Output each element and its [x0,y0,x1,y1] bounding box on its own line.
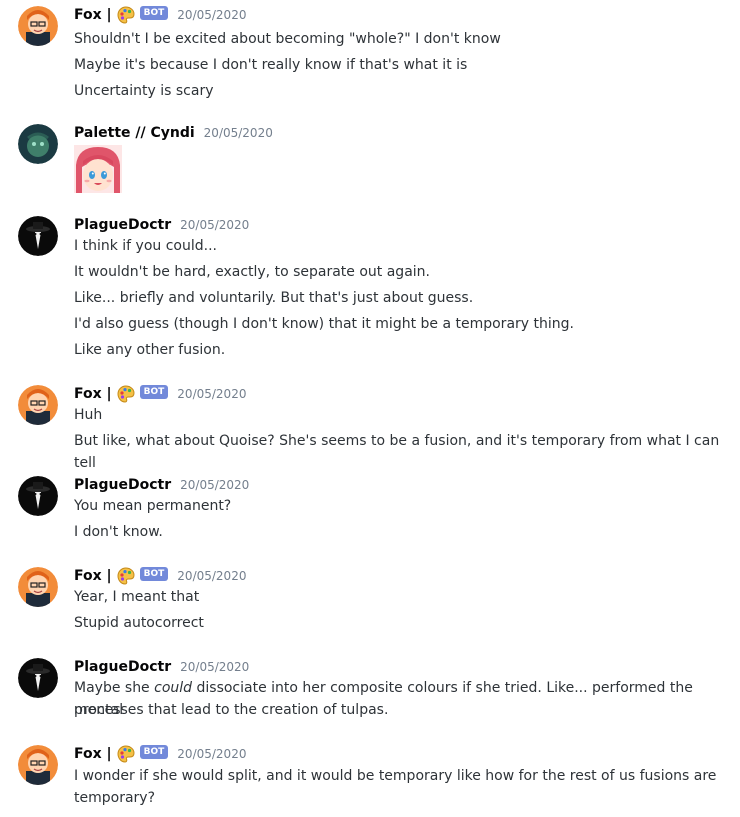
message-line: Huh [74,407,103,423]
timestamp[interactable]: 20/05/2020 [180,218,249,232]
message-line: temporary? [74,790,155,806]
plague-doctor-avatar-icon[interactable] [18,476,58,516]
message-header: Fox | BOT 20/05/2020 [74,745,246,763]
message-header: PlagueDoctr 20/05/2020 [74,658,249,676]
username[interactable]: PlagueDoctr [74,217,171,233]
message-line: Stupid autocorrect [74,615,204,631]
message-line: Like any other fusion. [74,342,226,358]
message-line: Like... briefly and voluntarily. But tha… [74,290,474,306]
username[interactable]: Fox | [74,568,112,584]
fox-avatar-icon[interactable] [18,567,58,607]
username[interactable]: Fox | [74,746,112,762]
bot-badge: BOT [139,6,169,20]
timestamp[interactable]: 20/05/2020 [177,8,246,22]
message-line: I'd also guess (though I don't know) tha… [74,316,574,332]
bot-badge: BOT [139,745,169,759]
username[interactable]: Fox | [74,7,112,23]
message-header: Fox | BOT 20/05/2020 [74,385,246,403]
timestamp[interactable]: 20/05/2020 [177,387,246,401]
username[interactable]: Palette // Cyndi [74,125,195,141]
message-line: Uncertainty is scary [74,83,214,99]
username[interactable]: Fox | [74,386,112,402]
timestamp[interactable]: 20/05/2020 [180,660,249,674]
fox-avatar-icon[interactable] [18,6,58,46]
message-header: Palette // Cyndi 20/05/2020 [74,124,273,142]
italic-text: could [154,680,193,696]
fox-avatar-icon[interactable] [18,385,58,425]
bot-badge: BOT [139,567,169,581]
palette-emoji-icon [117,6,135,24]
chat-log: Fox | BOT 20/05/2020 Shouldn't I be exci… [0,0,740,817]
message-line: It wouldn't be hard, exactly, to separat… [74,264,430,280]
fox-avatar-icon[interactable] [18,745,58,785]
palette-emoji-icon [117,745,135,763]
message-line: You mean permanent? [74,498,232,514]
message-text: Maybe she [74,680,155,696]
message-line: Maybe it's because I don't really know i… [74,57,468,73]
palette-avatar-icon[interactable] [18,124,58,164]
timestamp[interactable]: 20/05/2020 [177,569,246,583]
message-header: Fox | BOT 20/05/2020 [74,567,246,585]
timestamp[interactable]: 20/05/2020 [177,747,246,761]
plague-doctor-avatar-icon[interactable] [18,216,58,256]
message-header: Fox | BOT 20/05/2020 [74,6,246,24]
username[interactable]: PlagueDoctr [74,477,171,493]
plague-doctor-avatar-icon[interactable] [18,658,58,698]
anime-girl-emote-image[interactable] [74,145,122,193]
message-header: PlagueDoctr 20/05/2020 [74,476,249,494]
timestamp[interactable]: 20/05/2020 [180,478,249,492]
message-line: I think if you could... [74,238,217,254]
message-line: Shouldn't I be excited about becoming "w… [74,31,501,47]
message-line: Year, I meant that [74,589,200,605]
palette-emoji-icon [117,567,135,585]
message-line: I wonder if she would split, and it woul… [74,768,717,784]
username[interactable]: PlagueDoctr [74,659,171,675]
message-line: I don't know. [74,524,163,540]
palette-emoji-icon [117,385,135,403]
message-header: PlagueDoctr 20/05/2020 [74,216,249,234]
bot-badge: BOT [139,385,169,399]
message-line: But like, what about Quoise? She's seems… [74,433,720,471]
message-line: processes that lead to the creation of t… [74,702,389,718]
timestamp[interactable]: 20/05/2020 [204,126,273,140]
